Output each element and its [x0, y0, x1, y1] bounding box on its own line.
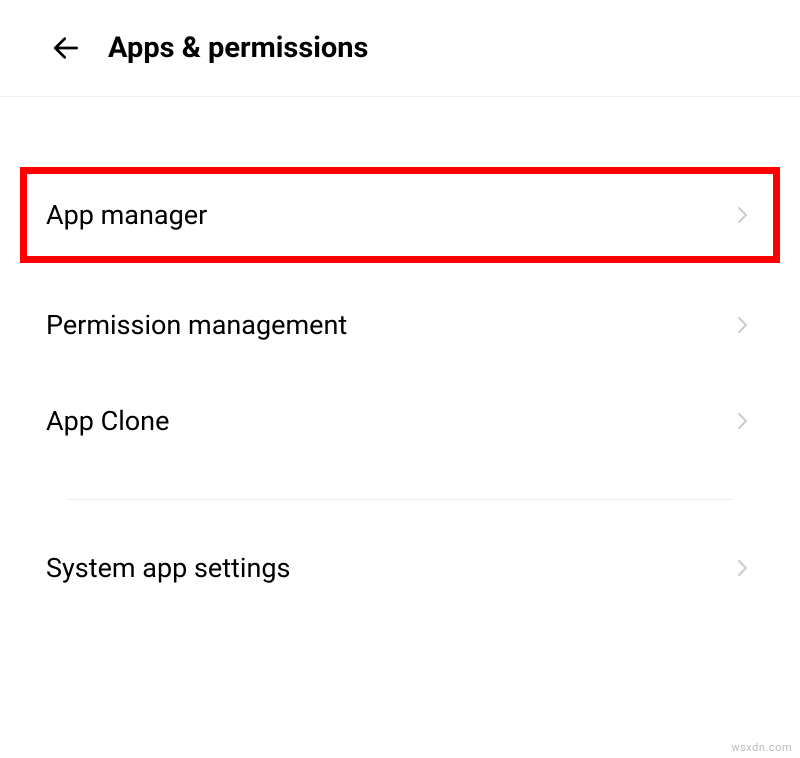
back-button[interactable]: [48, 30, 84, 66]
row-label: App manager: [46, 199, 207, 231]
row-system-app-settings[interactable]: System app settings: [20, 520, 780, 616]
section-divider: [66, 499, 734, 500]
row-app-manager[interactable]: App manager: [20, 167, 780, 263]
page-title: Apps & permissions: [108, 31, 368, 65]
chevron-right-icon: [730, 556, 754, 580]
watermark: wsxdn.com: [731, 741, 792, 754]
row-label: App Clone: [46, 405, 169, 437]
row-label: System app settings: [46, 552, 290, 584]
settings-list: App manager Permission management App Cl…: [0, 167, 800, 616]
spacer: [20, 263, 780, 277]
spacer: [0, 97, 800, 167]
row-app-clone[interactable]: App Clone: [20, 373, 780, 469]
chevron-right-icon: [730, 409, 754, 433]
header-bar: Apps & permissions: [0, 0, 800, 97]
row-label: Permission management: [46, 309, 347, 341]
row-permission-management[interactable]: Permission management: [20, 277, 780, 373]
chevron-right-icon: [730, 313, 754, 337]
arrow-left-icon: [50, 32, 82, 64]
chevron-right-icon: [730, 203, 754, 227]
